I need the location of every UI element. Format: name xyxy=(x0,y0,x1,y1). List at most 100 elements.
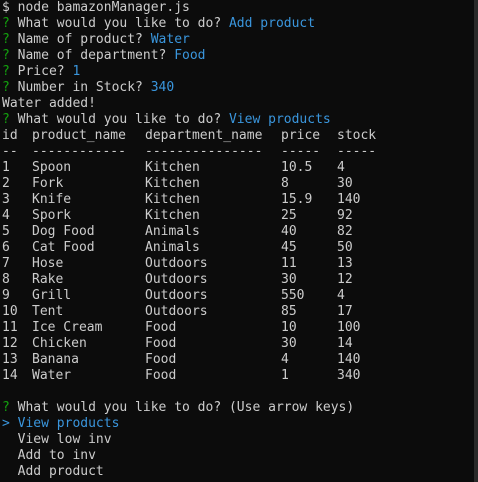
cell-id: 6 xyxy=(2,240,10,255)
cell-price: 550 xyxy=(281,288,305,303)
cell-price: 30 xyxy=(281,336,297,351)
cell-price: 8 xyxy=(281,176,289,191)
table-separator-row: -- ------------ --------------- ----- --… xyxy=(2,144,397,160)
separator-product-name: ------------ xyxy=(32,144,126,159)
column-header-department-name: department_name xyxy=(145,128,263,143)
table-row: 11 Ice Cream Food 10 100 xyxy=(2,320,397,336)
menu-option-label: Add product xyxy=(17,464,104,479)
cell-id: 9 xyxy=(2,288,10,303)
cell-price: 1 xyxy=(281,368,289,383)
cell-department-name: Food xyxy=(145,368,177,383)
cell-product-name: Water xyxy=(32,368,72,383)
answer-text: 340 xyxy=(150,80,175,95)
cell-department-name: Animals xyxy=(145,224,200,239)
table-row: 12 Chicken Food 30 14 xyxy=(2,336,397,352)
cell-product-name: Grill xyxy=(32,288,72,303)
separator-stock: ----- xyxy=(337,144,377,159)
command-text: node bamazonManager.js xyxy=(17,0,190,15)
cell-department-name: Animals xyxy=(145,240,200,255)
column-header-id: id xyxy=(2,128,18,143)
cell-stock: 50 xyxy=(337,240,353,255)
question-line: ? Number in Stock? 340 xyxy=(2,80,474,96)
cell-price: 10.5 xyxy=(281,160,313,175)
question-mark-icon: ? xyxy=(2,112,10,127)
cell-department-name: Outdoors xyxy=(145,272,208,287)
question-text: Name of product? xyxy=(17,32,143,47)
table-row: 13 Banana Food 4 140 xyxy=(2,352,397,368)
menu-option[interactable]: Add to inv xyxy=(2,448,474,464)
cell-price: 11 xyxy=(281,256,297,271)
cell-product-name: Ice Cream xyxy=(32,320,103,335)
menu-option[interactable]: Add product xyxy=(2,464,474,480)
question-text: Price? xyxy=(17,64,65,79)
question-line: ? What would you like to do? View produc… xyxy=(2,112,474,128)
cell-stock: 13 xyxy=(337,256,353,271)
answer-text: Water xyxy=(150,32,190,47)
answer-text: Food xyxy=(174,48,206,63)
cell-department-name: Food xyxy=(145,352,177,367)
cell-stock: 4 xyxy=(337,288,345,303)
cell-stock: 4 xyxy=(337,160,345,175)
terminal-window[interactable]: $ node bamazonManager.js ? What would yo… xyxy=(0,0,474,482)
cell-department-name: Kitchen xyxy=(145,192,200,207)
cell-product-name: Cat Food xyxy=(32,240,95,255)
answer-text: View products xyxy=(228,112,331,127)
cell-department-name: Outdoors xyxy=(145,288,208,303)
result-message: Water added! xyxy=(2,96,96,111)
menu-option-label: Add to inv xyxy=(17,448,96,463)
menu-option-selected[interactable]: > View products xyxy=(2,416,474,432)
menu-question-line: ? What would you like to do? (Use arrow … xyxy=(2,400,474,416)
cell-stock: 100 xyxy=(337,320,361,335)
cell-department-name: Kitchen xyxy=(145,160,200,175)
cell-product-name: Knife xyxy=(32,192,72,207)
cell-product-name: Banana xyxy=(32,352,79,367)
cell-price: 15.9 xyxy=(281,192,313,207)
answer-text: Add product xyxy=(228,16,316,31)
cell-price: 4 xyxy=(281,352,289,367)
question-mark-icon: ? xyxy=(2,80,10,95)
menu-options: View low inv Add to inv Add product xyxy=(2,432,474,480)
cell-id: 7 xyxy=(2,256,10,271)
table-row: 9 Grill Outdoors 550 4 xyxy=(2,288,397,304)
column-header-price: price xyxy=(281,128,321,143)
cell-product-name: Rake xyxy=(32,272,64,287)
column-header-product-name: product_name xyxy=(32,128,126,143)
cell-id: 3 xyxy=(2,192,10,207)
cell-stock: 30 xyxy=(337,176,353,191)
question-text: Number in Stock? xyxy=(17,80,143,95)
menu-question-text: What would you like to do? xyxy=(17,400,222,415)
table-row: 2 Fork Kitchen 8 30 xyxy=(2,176,397,192)
table-row: 10 Tent Outdoors 85 17 xyxy=(2,304,397,320)
cell-price: 45 xyxy=(281,240,297,255)
question-text: What would you like to do? xyxy=(17,112,222,127)
cell-department-name: Kitchen xyxy=(145,176,200,191)
question-text: What would you like to do? xyxy=(17,16,222,31)
column-header-stock: stock xyxy=(337,128,377,143)
cell-product-name: Chicken xyxy=(32,336,87,351)
menu-hint: (Use arrow keys) xyxy=(228,400,355,415)
scrollbar[interactable] xyxy=(474,0,478,482)
products-table: id product_name department_name price st… xyxy=(2,128,397,384)
table-row: 14 Water Food 1 340 xyxy=(2,368,397,384)
table-row: 5 Dog Food Animals 40 82 xyxy=(2,224,397,240)
cell-department-name: Outdoors xyxy=(145,304,208,319)
cell-stock: 82 xyxy=(337,224,353,239)
cell-id: 14 xyxy=(2,368,18,383)
cell-id: 2 xyxy=(2,176,10,191)
question-mark-icon: ? xyxy=(2,32,10,47)
cell-department-name: Food xyxy=(145,320,177,335)
menu-option[interactable]: View low inv xyxy=(2,432,474,448)
scrollbar-thumb[interactable] xyxy=(474,0,478,482)
answer-text: 1 xyxy=(72,64,81,79)
cell-stock: 140 xyxy=(337,192,361,207)
table-row: 7 Hose Outdoors 11 13 xyxy=(2,256,397,272)
menu-pointer-icon: > xyxy=(2,416,10,431)
cell-id: 8 xyxy=(2,272,10,287)
question-text: Name of department? xyxy=(17,48,167,63)
table-row: 4 Spork Kitchen 25 92 xyxy=(2,208,397,224)
cell-department-name: Food xyxy=(145,336,177,351)
cell-stock: 140 xyxy=(337,352,361,367)
menu-option-label: View low inv xyxy=(17,432,112,447)
cell-stock: 12 xyxy=(337,272,353,287)
